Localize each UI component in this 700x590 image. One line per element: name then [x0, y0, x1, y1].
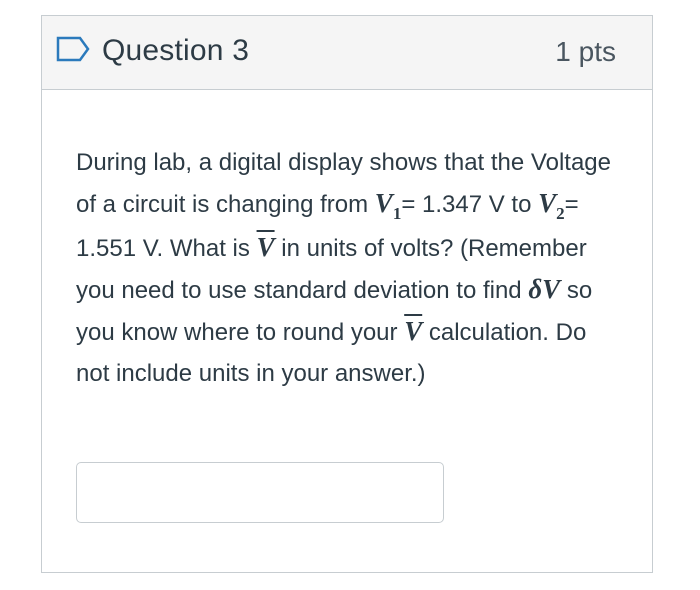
answer-input[interactable]: [76, 462, 444, 523]
math-v1-subscript: 1: [392, 204, 402, 223]
question-points: 1 pts: [555, 36, 616, 67]
question-header: Question 3 1 pts: [42, 16, 652, 90]
math-v2: V: [538, 188, 557, 218]
math-v-bar: V: [404, 316, 423, 346]
question-title: Question 3: [102, 34, 250, 67]
math-v-bar: V: [256, 232, 275, 262]
math-delta-v: δV: [528, 274, 561, 304]
question-text-part: = 1.347 V to: [401, 191, 539, 218]
question-text: During lab, a digital display shows that…: [76, 142, 624, 394]
math-v2-subscript: 2: [556, 204, 565, 223]
bookmark-icon[interactable]: [56, 36, 90, 62]
question-card: Question 3 1 pts During lab, a digital d…: [41, 15, 653, 573]
math-v1: V: [374, 188, 393, 218]
